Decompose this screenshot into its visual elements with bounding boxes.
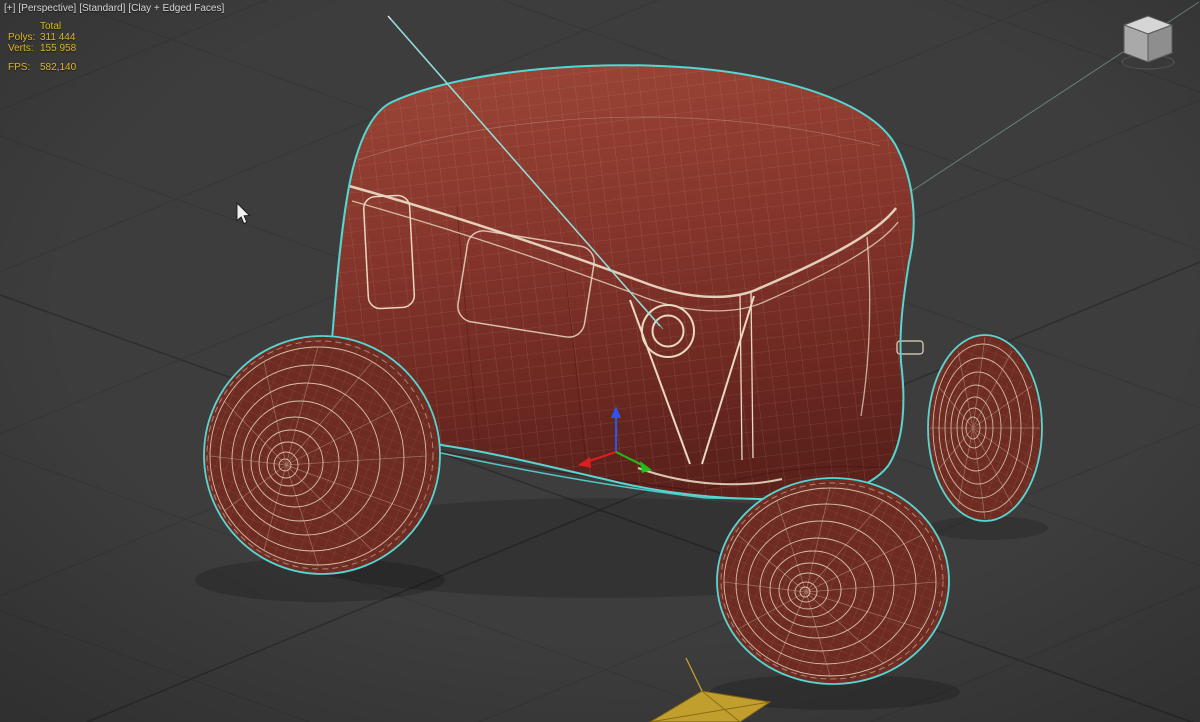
viewport-menu-shading[interactable]: [Clay + Edged Faces] — [128, 3, 224, 14]
viewport[interactable]: [+] [Perspective] [Standard] [Clay + Edg… — [0, 0, 1200, 722]
stats-verts: Verts: 155 958 — [8, 43, 77, 54]
viewport-menu-renderer[interactable]: [Standard] — [79, 3, 125, 14]
viewport-label-menu: [+] [Perspective] [Standard] [Clay + Edg… — [4, 3, 224, 14]
statistics-overlay: Total Polys: 311 444 Verts: 155 958 FPS:… — [8, 21, 76, 73]
viewcube-icon[interactable] — [1108, 8, 1188, 78]
scene-canvas[interactable] — [0, 0, 1200, 722]
wheel-front-right — [716, 477, 950, 685]
stats-fps: FPS: 582,140 — [8, 62, 77, 73]
stats-polys: Polys: 311 444 — [8, 32, 76, 43]
wheel-rear-right — [927, 334, 1043, 522]
stats-total: Total — [40, 21, 62, 32]
viewport-menu-general[interactable]: [+] — [4, 3, 15, 14]
wheel-front-left — [203, 335, 441, 575]
viewport-menu-pov[interactable]: [Perspective] — [18, 3, 76, 14]
